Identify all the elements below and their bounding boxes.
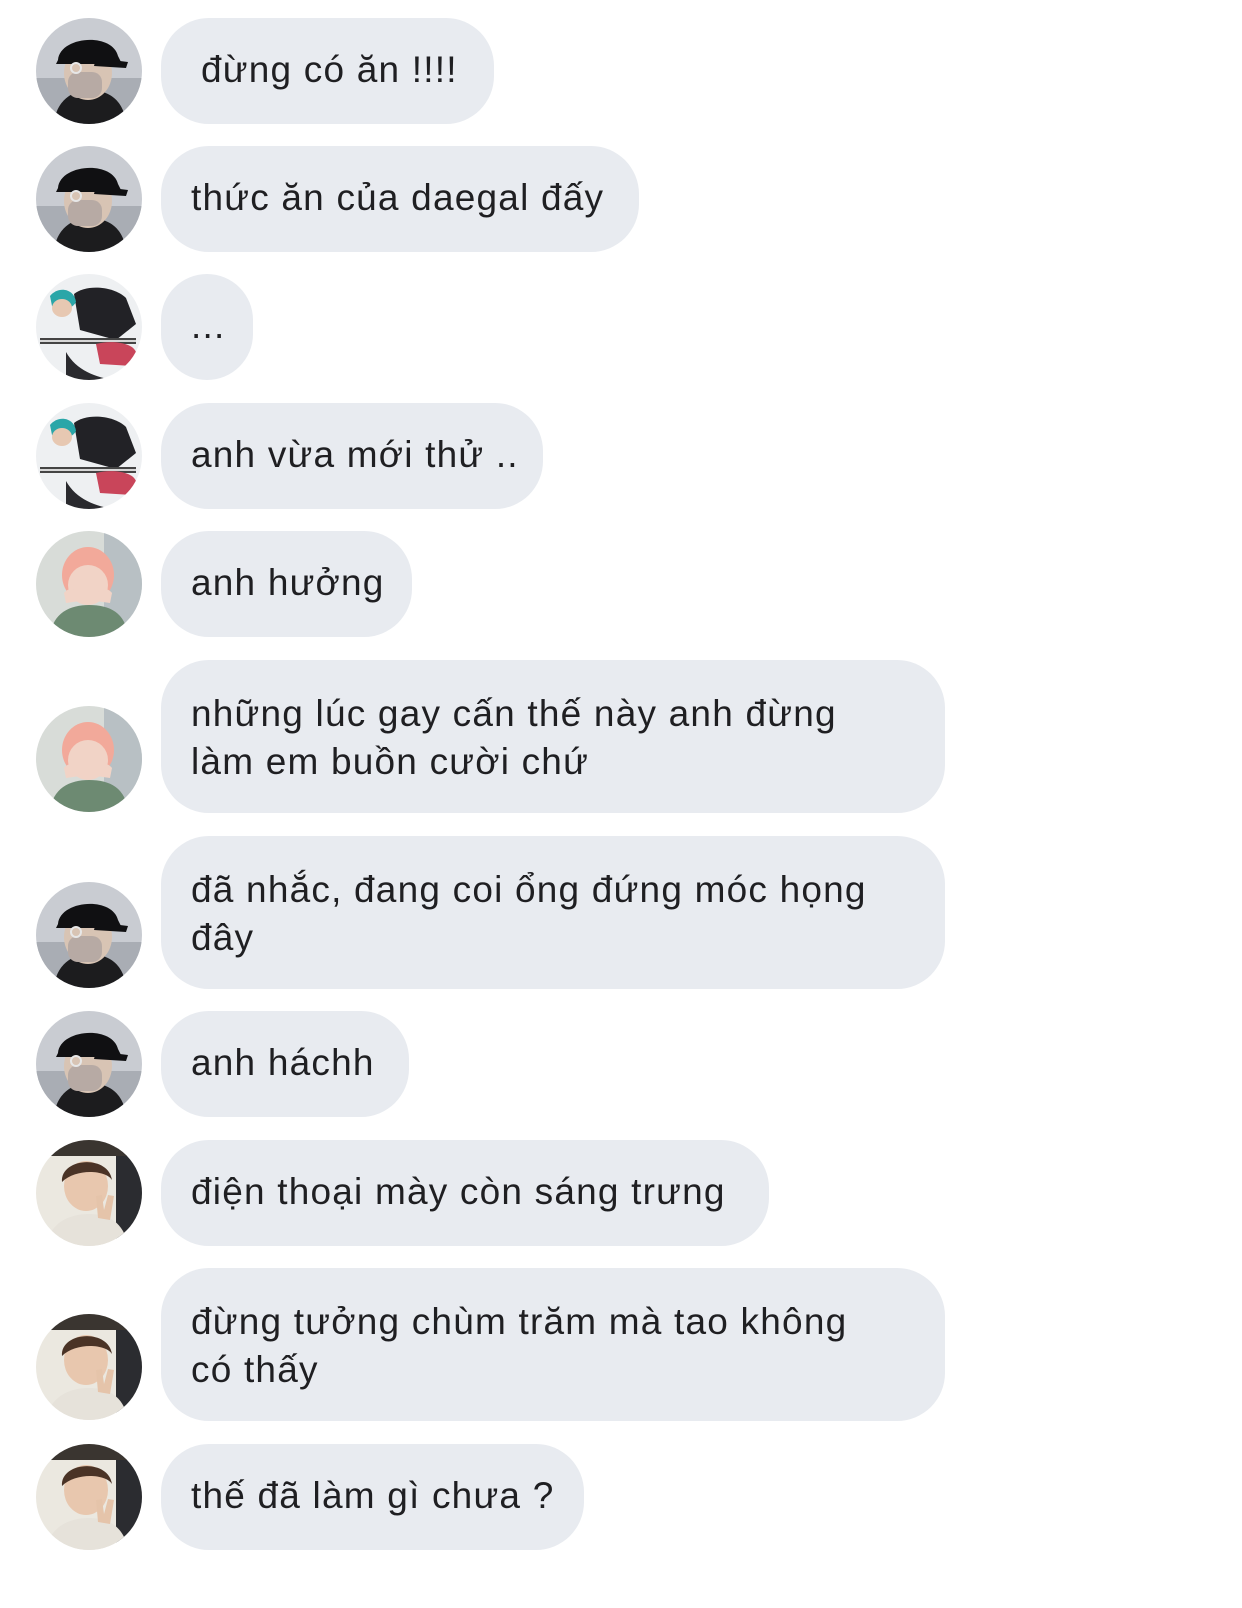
message-text: đã nhắc, đang coi ổng đứng móc họng đây [191,869,867,958]
message-text: anh háchh [191,1042,375,1083]
avatar[interactable] [36,146,142,252]
message-bubble[interactable]: ... [161,274,253,380]
avatar-black-cap-icon [36,1011,142,1117]
message-bubble[interactable]: đừng tưởng chùm trăm mà tao không có thấ… [161,1268,945,1421]
message-bubble[interactable]: anh háchh [161,1011,409,1117]
message-text: anh hưởng [191,562,385,603]
message-bubble[interactable]: đừng có ăn !!!! [161,18,494,124]
avatar-peace-sign-icon [36,1314,142,1420]
avatar[interactable] [36,531,142,637]
avatar[interactable] [36,274,142,380]
avatar-guitar-blue-hair-icon [36,403,142,509]
avatar-peace-sign-icon [36,1444,142,1550]
avatar[interactable] [36,1011,142,1117]
message-text: thức ăn của daegal đấy [191,177,605,218]
avatar-black-cap-icon [36,882,142,988]
message-bubble[interactable]: thế đã làm gì chưa ? [161,1444,584,1550]
message-bubble[interactable]: điện thoại mày còn sáng trưng [161,1140,769,1246]
message-text: điện thoại mày còn sáng trưng [191,1171,726,1212]
message-bubble[interactable]: anh vừa mới thử .. [161,403,543,509]
avatar[interactable] [36,1314,142,1420]
avatar-pink-hair-icon [36,706,142,812]
message-text: đừng tưởng chùm trăm mà tao không có thấ… [191,1301,848,1390]
message-bubble[interactable]: những lúc gay cấn thế này anh đừng làm e… [161,660,945,813]
avatar[interactable] [36,18,142,124]
message-text: anh vừa mới thử .. [191,434,519,475]
avatar-guitar-blue-hair-icon [36,274,142,380]
avatar[interactable] [36,1140,142,1246]
message-text: ... [191,305,226,346]
avatar-pink-hair-icon [36,531,142,637]
message-bubble[interactable]: đã nhắc, đang coi ổng đứng móc họng đây [161,836,945,989]
avatar-peace-sign-icon [36,1140,142,1246]
avatar[interactable] [36,1444,142,1550]
avatar[interactable] [36,403,142,509]
message-bubble[interactable]: thức ăn của daegal đấy [161,146,639,252]
avatar-black-cap-icon [36,18,142,124]
message-text: những lúc gay cấn thế này anh đừng làm e… [191,693,837,782]
avatar-black-cap-icon [36,146,142,252]
avatar[interactable] [36,706,142,812]
avatar[interactable] [36,882,142,988]
message-text: đừng có ăn !!!! [201,49,458,90]
message-bubble[interactable]: anh hưởng [161,531,412,637]
message-text: thế đã làm gì chưa ? [191,1475,555,1516]
